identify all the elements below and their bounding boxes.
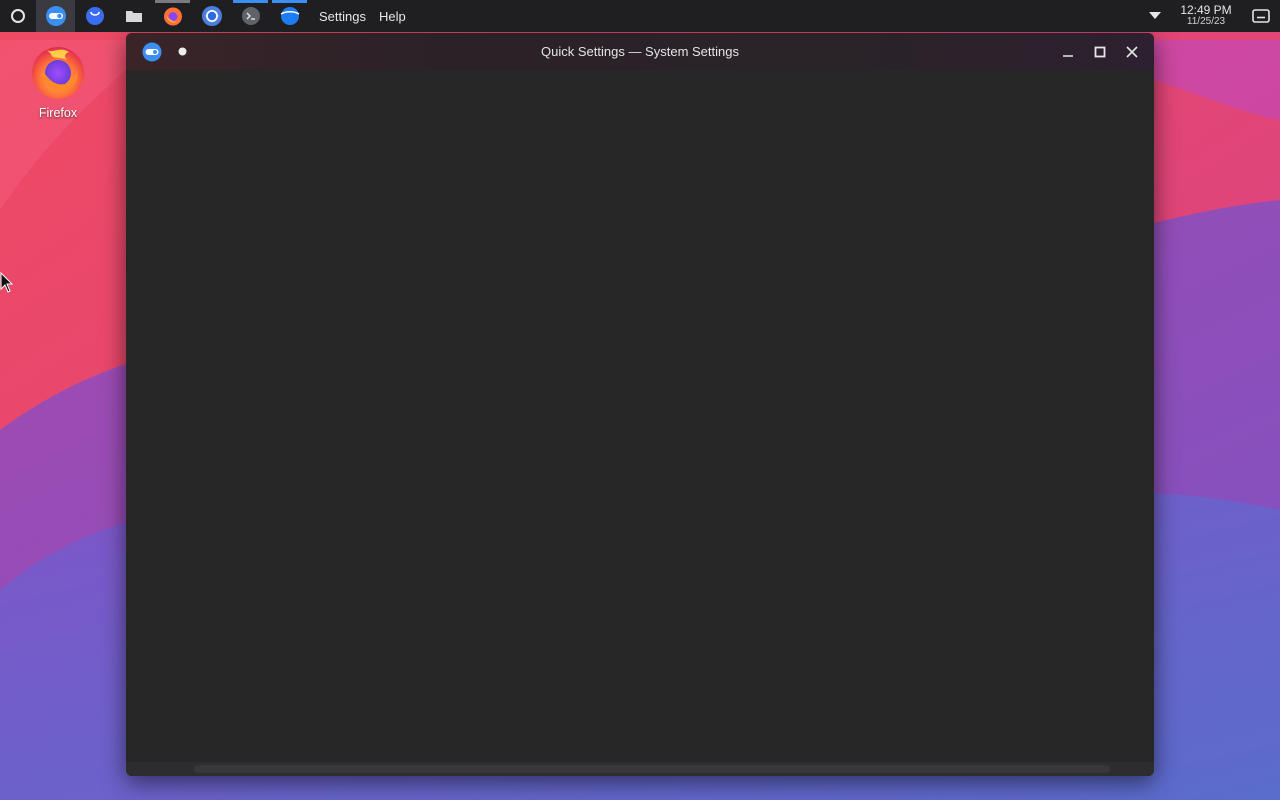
scrollbar-thumb[interactable] [194, 765, 1110, 773]
system-settings-icon [45, 6, 66, 26]
firefox-icon [32, 47, 84, 99]
task-firefox[interactable] [153, 0, 192, 32]
task-discover[interactable] [75, 0, 114, 32]
minimize-icon [1063, 54, 1073, 57]
top-panel: Settings Help 12:49 PM 11/25/23 [0, 0, 1280, 32]
system-settings-window: Quick Settings — System Settings [126, 33, 1154, 776]
tray-expand-button[interactable] [1140, 12, 1170, 20]
app-launcher-button[interactable] [0, 0, 36, 32]
mouse-cursor-icon [0, 272, 14, 293]
task-browser[interactable] [270, 0, 309, 32]
terminal-icon [241, 7, 260, 25]
task-terminal[interactable] [231, 0, 270, 32]
menu-settings[interactable]: Settings [319, 7, 366, 26]
firefox-icon [163, 7, 182, 26]
horizontal-scrollbar[interactable] [126, 762, 1154, 776]
task-file-manager[interactable] [114, 0, 153, 32]
desktop-icon-label: Firefox [38, 106, 78, 120]
pin-dot-icon [178, 47, 186, 56]
pin-button[interactable] [176, 46, 188, 58]
show-desktop-icon [1252, 9, 1270, 23]
clock-time: 12:49 PM [1180, 3, 1232, 17]
close-icon [1126, 45, 1138, 58]
window-titlebar[interactable]: Quick Settings — System Settings [126, 33, 1154, 70]
chevron-down-icon [1149, 12, 1161, 19]
maximize-button[interactable] [1084, 36, 1116, 68]
system-settings-icon [142, 42, 162, 61]
file-manager-icon [125, 11, 142, 22]
task-indicator [233, 0, 268, 3]
system-tray: 12:49 PM 11/25/23 [1140, 0, 1280, 32]
app-menu: Settings Help [319, 7, 406, 26]
menu-help[interactable]: Help [379, 7, 406, 26]
desktop-icon-firefox[interactable]: Firefox [20, 42, 96, 120]
task-indicator [155, 0, 190, 3]
show-desktop-button[interactable] [1242, 9, 1280, 23]
task-indicator [272, 0, 307, 3]
clock[interactable]: 12:49 PM 11/25/23 [1176, 3, 1236, 27]
browser-icon [280, 7, 299, 25]
discover-icon [85, 7, 104, 25]
window-title: Quick Settings — System Settings [541, 44, 739, 59]
clock-date: 11/25/23 [1186, 16, 1226, 27]
task-system-settings[interactable] [36, 0, 75, 32]
window-content [126, 70, 1154, 762]
minimize-button[interactable] [1052, 36, 1084, 68]
task-chromium[interactable] [192, 0, 231, 32]
close-button[interactable] [1116, 36, 1148, 68]
chromium-icon [201, 6, 222, 26]
app-launcher-icon [11, 9, 25, 23]
maximize-icon [1094, 46, 1106, 57]
